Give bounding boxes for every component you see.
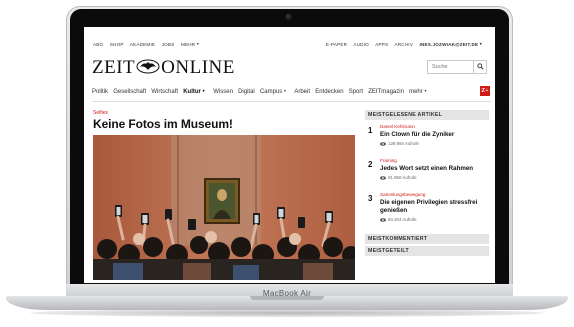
item-title[interactable]: Ein Clown für die Zyniker [380, 131, 488, 139]
chevron-down-icon: ▾ [283, 88, 286, 93]
nav-item-entdecken[interactable]: Entdecken [315, 89, 343, 95]
service-links-left: ABO SHOP AKADEMIE JOBS MEHR ▾ [93, 41, 209, 47]
item-title[interactable]: Die eigenen Privilegien stressfrei genie… [380, 199, 488, 215]
rank-number: 3 [368, 194, 373, 203]
item-title[interactable]: Jedes Wort setzt einen Rahmen [380, 165, 488, 173]
most-read-header[interactable]: MEISTGELESENE ARTIKEL [365, 110, 489, 120]
browser-screen: ABO SHOP AKADEMIE JOBS MEHR ▾ E-PAPER AU… [84, 27, 495, 283]
view-count: 129.984 Aufrufe [380, 141, 419, 146]
nav-item-kultur[interactable]: Kultur ▾ [183, 88, 208, 95]
link-epaper[interactable]: E-PAPER [326, 42, 347, 47]
link-audio[interactable]: AUDIO [353, 42, 369, 47]
main-navigation: Politik Gesellschaft Wirtschaft Kultur ▾… [92, 88, 433, 95]
view-count: 91.950 Aufrufe [380, 175, 417, 180]
link-shop[interactable]: SHOP [110, 42, 124, 47]
search-icon [477, 63, 484, 70]
museum-crowd-photo [93, 135, 355, 280]
user-account-link[interactable]: INES.JOZWIAK@ZEIT.DE ▾ [420, 41, 487, 47]
chevron-down-icon: ▾ [424, 88, 427, 93]
link-mehr[interactable]: MEHR ▾ [181, 41, 204, 47]
laptop-shadow [30, 309, 544, 317]
link-jobs[interactable]: JOBS [162, 42, 175, 47]
rank-number: 1 [368, 126, 373, 135]
rank-number: 2 [368, 160, 373, 169]
nav-item-campus[interactable]: Campus ▾ [260, 88, 290, 95]
link-archiv[interactable]: ARCHIV [394, 42, 413, 47]
nav-item-wirtschaft[interactable]: Wirtschaft [151, 89, 178, 95]
sidebar: MEISTGELESENE ARTIKEL 1 Daniel Kehlmann … [365, 110, 489, 256]
chevron-down-icon: ▾ [196, 41, 200, 46]
link-akademie[interactable]: AKADEMIE [130, 42, 155, 47]
nav-divider [92, 101, 491, 102]
search-box [427, 60, 487, 74]
article-kicker[interactable]: Selfies [93, 110, 108, 116]
nav-item-wissen[interactable]: Wissen [213, 89, 233, 95]
nav-item-politik[interactable]: Politik [92, 89, 108, 95]
device-label: MacBook Air [262, 289, 312, 298]
item-kicker: Sammlungsbewegung [380, 192, 426, 197]
link-abo[interactable]: ABO [93, 42, 103, 47]
nav-item-gesellschaft[interactable]: Gesellschaft [113, 89, 146, 95]
item-kicker: Framing [380, 158, 397, 163]
list-item[interactable]: 1 Daniel Kehlmann Ein Clown für die Zyni… [365, 120, 489, 154]
most-commented-header[interactable]: MEISTKOMMENTIERT [365, 234, 489, 244]
webcam-icon [286, 14, 291, 19]
list-item[interactable]: 2 Framing Jedes Wort setzt einen Rahmen … [365, 154, 489, 188]
service-bar: ABO SHOP AKADEMIE JOBS MEHR ▾ E-PAPER AU… [93, 41, 487, 49]
nav-item-arbeit[interactable]: Arbeit [294, 89, 310, 95]
eagle-crest-icon [136, 59, 160, 74]
link-apps[interactable]: APPS [375, 42, 388, 47]
nav-item-zeitmagazin[interactable]: ZEITmagazin [368, 89, 404, 95]
list-item[interactable]: 3 Sammlungsbewegung Die eigenen Privileg… [365, 188, 489, 230]
eye-icon [380, 141, 386, 146]
logo-text-zeit: ZEIT [92, 57, 136, 78]
service-links-right: E-PAPER AUDIO APPS ARCHIV INES.JOZWIAK@Z… [326, 41, 487, 47]
eye-icon [380, 175, 386, 180]
article-lead-image[interactable] [93, 135, 355, 280]
zeit-online-logo[interactable]: ZEIT ONLINE [92, 57, 235, 79]
logo-text-online: ONLINE [161, 57, 235, 78]
article-headline[interactable]: Keine Fotos im Museum! [93, 117, 233, 131]
eye-icon [380, 217, 386, 222]
view-count: 60.204 Aufrufe [380, 217, 417, 222]
z-plus-button[interactable]: Z+ [480, 86, 490, 96]
chevron-down-icon: ▾ [479, 41, 482, 46]
nav-item-mehr[interactable]: mehr ▾ [409, 88, 430, 95]
search-input[interactable] [428, 61, 476, 73]
most-shared-header[interactable]: MEISTGETEILT [365, 246, 489, 256]
nav-item-sport[interactable]: Sport [349, 89, 363, 95]
search-button[interactable] [473, 61, 486, 73]
item-kicker: Daniel Kehlmann [380, 124, 415, 129]
nav-item-digital[interactable]: Digital [238, 89, 255, 95]
chevron-down-icon: ▾ [202, 88, 205, 93]
